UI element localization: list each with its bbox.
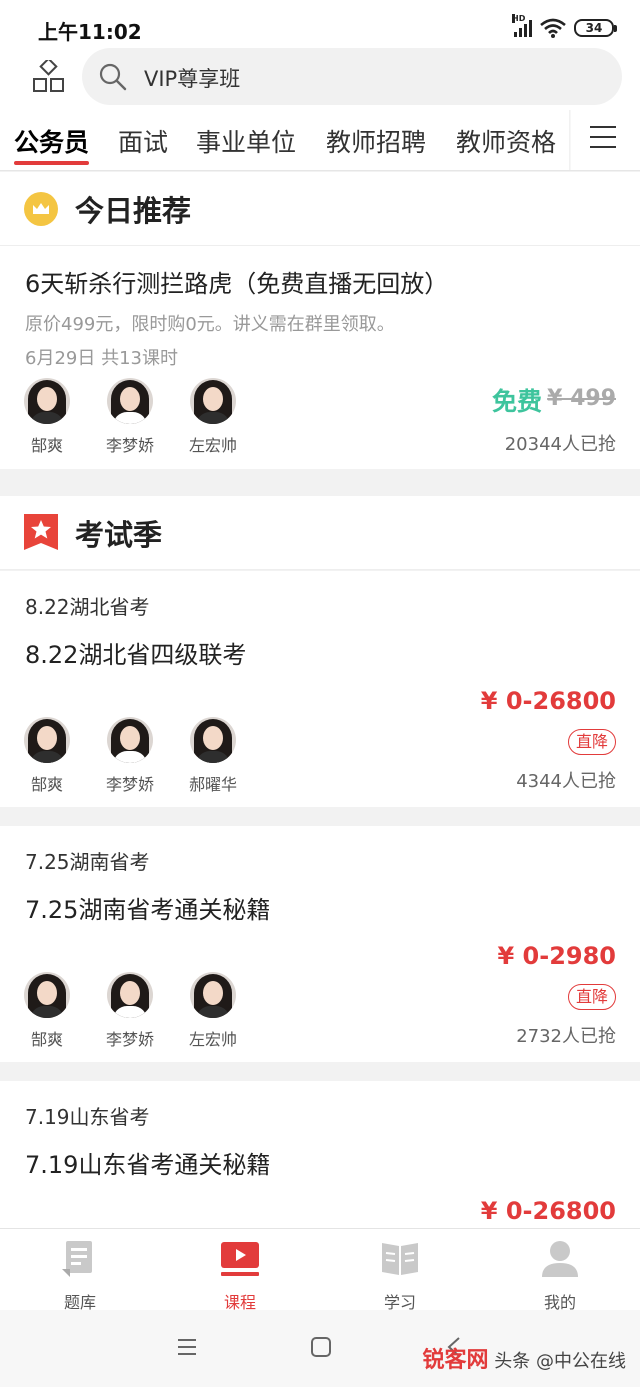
- search-icon: [99, 63, 127, 91]
- teacher: 郜爽: [24, 972, 70, 1050]
- book-icon: [382, 1243, 418, 1275]
- avatar: [190, 378, 236, 424]
- teacher: 郜爽: [24, 378, 70, 456]
- course-meta: 6月29日 共13课时: [25, 348, 178, 369]
- question-bank-icon: [62, 1241, 92, 1277]
- tab-interview[interactable]: 面试: [118, 123, 168, 159]
- teacher: 左宏帅: [189, 378, 237, 456]
- course-card[interactable]: 7.25湖南省考 7.25湖南省考通关秘籍 郜爽 李梦娇 左宏帅 ¥ 0-298…: [0, 826, 640, 1062]
- nav-study[interactable]: 学习: [360, 1239, 440, 1313]
- nav-profile[interactable]: 我的: [520, 1239, 600, 1313]
- course-title: 6天斩杀行测拦路虎（免费直播无回放）: [25, 270, 449, 298]
- course-title: 7.25湖南省考通关秘籍: [25, 896, 271, 924]
- search-placeholder: VIP尊享班: [144, 67, 241, 91]
- sold-count: 2732人已抢: [516, 1026, 616, 1047]
- teacher-name: 郜爽: [30, 775, 63, 794]
- teacher: 李梦娇: [106, 717, 154, 795]
- category-tabs: 公务员 面试 事业单位 教师招聘 教师资格: [0, 110, 640, 171]
- teacher: 左宏帅: [189, 972, 237, 1050]
- course-card[interactable]: 6天斩杀行测拦路虎（免费直播无回放） 原价499元，限时购0元。讲义需在群里领取…: [0, 246, 640, 469]
- nav-course[interactable]: 课程: [200, 1239, 280, 1313]
- sold-count: 20344人已抢: [504, 434, 616, 455]
- teacher-name: 李梦娇: [105, 775, 154, 794]
- avatar: [107, 717, 153, 763]
- battery-icon: 34: [574, 19, 617, 37]
- avatar: [190, 717, 236, 763]
- teacher-list: 郜爽 李梦娇 左宏帅: [24, 378, 237, 456]
- teacher-name: 郜爽: [30, 436, 63, 455]
- price-free: 免费: [491, 387, 542, 416]
- teacher-name: 郝曜华: [188, 775, 237, 794]
- price-range: ¥ 0-2980: [497, 942, 616, 970]
- teacher: 郝曜华: [189, 717, 237, 795]
- price-drop-badge: 直降: [568, 729, 616, 755]
- crown-icon: [24, 192, 58, 226]
- category-grid-icon[interactable]: [32, 60, 66, 94]
- avatar: [24, 378, 70, 424]
- teacher-name: 郜爽: [30, 1030, 63, 1049]
- section-header: 今日推荐: [0, 172, 640, 246]
- section-title: 考试季: [75, 518, 163, 552]
- system-nav-bar: 锐客网 头条 @中公在线: [0, 1310, 640, 1387]
- section-header: 考试季: [0, 496, 640, 570]
- status-bar: 上午11:02 HD 34: [0, 0, 640, 48]
- nav-question-bank[interactable]: 题库: [40, 1239, 120, 1313]
- avatar: [24, 717, 70, 763]
- course-card[interactable]: 7.19山东省考 7.19山东省考通关秘籍 ¥ 0-26800: [0, 1081, 640, 1228]
- battery-level: 34: [585, 21, 603, 35]
- watermark-text: 头条 @中公在线: [494, 1351, 626, 1372]
- course-subtitle: 7.25湖南省考: [25, 850, 150, 874]
- tab-teacher-recruitment[interactable]: 教师招聘: [326, 123, 426, 159]
- teacher: 郜爽: [24, 717, 70, 795]
- bottom-nav: 题库 课程 学习 我的: [0, 1228, 640, 1313]
- price-range: ¥ 0-26800: [480, 1197, 616, 1225]
- home-icon[interactable]: [310, 1336, 332, 1358]
- course-desc: 原价499元，限时购0元。讲义需在群里领取。: [25, 314, 395, 335]
- watermark: 锐客网 头条 @中公在线: [423, 1342, 626, 1374]
- section-title: 今日推荐: [75, 194, 192, 228]
- teacher-name: 左宏帅: [188, 436, 237, 455]
- tabs-divider: [569, 110, 571, 170]
- avatar: [190, 972, 236, 1018]
- signal-icon: HD: [512, 14, 532, 37]
- recent-apps-icon[interactable]: [176, 1336, 198, 1358]
- tab-civil-servant[interactable]: 公务员: [14, 123, 90, 165]
- network-type-label: HD: [512, 14, 526, 23]
- teacher-list: 郜爽 李梦娇 郝曜华: [24, 717, 237, 795]
- wifi-icon: [540, 18, 566, 38]
- exam-season-section: 考试季: [0, 496, 640, 570]
- profile-icon: [542, 1241, 578, 1277]
- status-icons: HD 34: [512, 14, 617, 40]
- status-time: 上午11:02: [38, 20, 142, 44]
- avatar: [24, 972, 70, 1018]
- avatar: [107, 972, 153, 1018]
- price-range: ¥ 0-26800: [480, 687, 616, 715]
- tab-public-institution[interactable]: 事业单位: [196, 123, 296, 159]
- price-drop-badge: 直降: [568, 984, 616, 1010]
- menu-icon[interactable]: [590, 126, 616, 150]
- original-price: ¥ 499: [547, 386, 616, 411]
- today-recommend-section: 今日推荐 6天斩杀行测拦路虎（免费直播无回放） 原价499元，限时购0元。讲义需…: [0, 172, 640, 469]
- teacher-name: 李梦娇: [105, 1030, 154, 1049]
- course-subtitle: 8.22湖北省考: [25, 595, 150, 619]
- course-title: 7.19山东省考通关秘籍: [25, 1151, 271, 1179]
- watermark-brand: 锐客网: [422, 1348, 489, 1373]
- teacher-list: 郜爽 李梦娇 左宏帅: [24, 972, 237, 1050]
- teacher-name: 左宏帅: [188, 1030, 237, 1049]
- course-tv-icon: [221, 1242, 259, 1276]
- course-title: 8.22湖北省四级联考: [25, 641, 247, 669]
- star-ribbon-icon: [24, 514, 58, 550]
- teacher: 李梦娇: [106, 972, 154, 1050]
- teacher-name: 李梦娇: [105, 436, 154, 455]
- avatar: [107, 378, 153, 424]
- search-bar[interactable]: VIP尊享班: [82, 48, 622, 105]
- tab-teacher-qualification[interactable]: 教师资格: [456, 123, 556, 159]
- teacher: 李梦娇: [106, 378, 154, 456]
- sold-count: 4344人已抢: [516, 771, 616, 792]
- header: VIP尊享班: [0, 48, 640, 110]
- course-subtitle: 7.19山东省考: [25, 1105, 150, 1129]
- course-card[interactable]: 8.22湖北省考 8.22湖北省四级联考 郜爽 李梦娇 郝曜华 ¥ 0-2680…: [0, 571, 640, 807]
